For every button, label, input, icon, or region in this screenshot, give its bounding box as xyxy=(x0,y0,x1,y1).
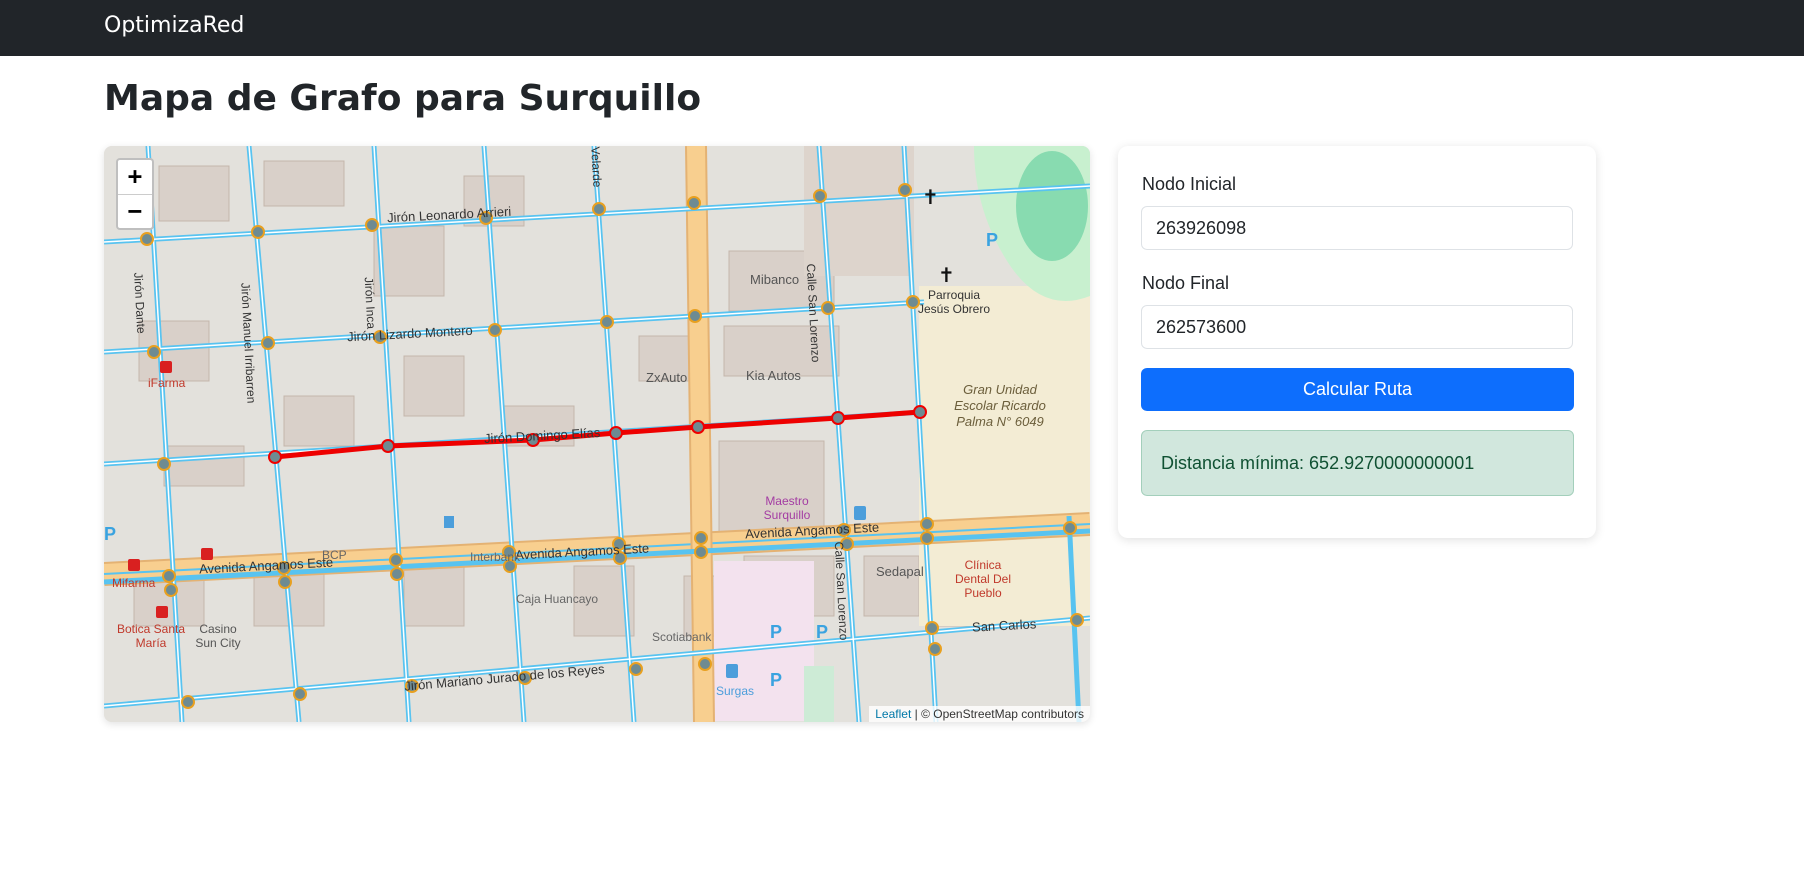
label-maestro: Maestro Surquillo xyxy=(763,494,811,522)
label-clinica: Clínica Dental Del Pueblo xyxy=(954,558,1012,600)
svg-text:P: P xyxy=(770,622,782,642)
svg-text:P: P xyxy=(770,670,782,690)
svg-text:✝: ✝ xyxy=(938,263,955,287)
zoom-in-button[interactable]: + xyxy=(118,160,152,194)
label-caja-huancayo: Caja Huancayo xyxy=(516,592,599,606)
label-interbank: Interbank xyxy=(470,550,521,564)
map-attribution: Leaflet | © OpenStreetMap contributors xyxy=(869,706,1090,722)
result-alert: Distancia mínima: 652.9270000000001 xyxy=(1141,430,1574,496)
zoom-control: + − xyxy=(116,158,154,230)
label-gran-unidad: Gran Unidad Escolar Ricardo Palma N° 604… xyxy=(954,382,1046,429)
attribution-text: | © OpenStreetMap contributors xyxy=(911,707,1084,721)
page-title: Mapa de Grafo para Surquillo xyxy=(104,78,702,119)
svg-text:✝: ✝ xyxy=(922,185,939,209)
svg-text:P: P xyxy=(986,230,998,250)
label-mibanco: Mibanco xyxy=(750,272,800,287)
end-node-label: Nodo Final xyxy=(1142,273,1230,293)
end-node-input[interactable] xyxy=(1141,305,1573,349)
zoom-out-button[interactable]: − xyxy=(118,194,152,228)
label-ifarma: iFarma xyxy=(148,376,186,390)
label-casino: Casino Sun City xyxy=(195,622,241,650)
navbar: OptimizaRed xyxy=(0,0,1804,56)
label-sedapal: Sedapal xyxy=(876,564,924,579)
label-botica: Botica Santa María xyxy=(116,622,186,650)
svg-text:P: P xyxy=(104,524,116,544)
map[interactable]: PPPPP ✝ ✝ Jirón Leonardo Arrieri Jirón Li… xyxy=(104,146,1090,722)
start-node-input[interactable] xyxy=(1141,206,1573,250)
label-jiron-inca: Jirón Inca xyxy=(361,276,379,330)
label-kia-autos: Kia Autos xyxy=(746,368,801,383)
leaflet-link[interactable]: Leaflet xyxy=(875,707,911,721)
label-bcp: BCP xyxy=(322,548,347,562)
label-zxauto: ZxAuto xyxy=(646,370,688,385)
label-mifarma: Mifarma xyxy=(112,576,156,590)
label-parroquia: Parroquia Jesús Obrero xyxy=(917,288,991,316)
svg-text:P: P xyxy=(816,622,828,642)
start-node-label: Nodo Inicial xyxy=(1142,174,1237,194)
label-velarde: Velarde xyxy=(588,146,605,188)
navbar-brand[interactable]: OptimizaRed xyxy=(104,12,244,40)
route-form-card: Nodo Inicial Nodo Final Calcular Ruta Di… xyxy=(1118,146,1596,538)
label-scotiabank: Scotiabank xyxy=(652,630,712,644)
label-surgas: Surgas xyxy=(716,684,755,698)
calculate-route-button[interactable]: Calcular Ruta xyxy=(1141,368,1574,411)
